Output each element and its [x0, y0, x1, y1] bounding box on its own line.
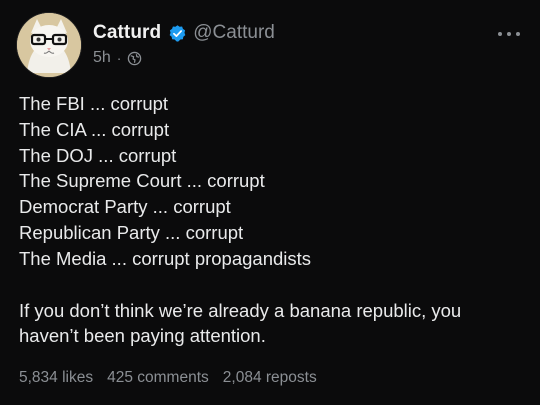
post-line: The DOJ ... corrupt	[19, 144, 177, 166]
avatar[interactable]	[17, 13, 81, 77]
post-closing-line: If you don’t think we’re already a banan…	[19, 299, 462, 321]
more-options-icon[interactable]	[498, 30, 520, 38]
post-line: The Supreme Court ... corrupt	[19, 170, 265, 192]
likes-count[interactable]: 5,834 likes	[19, 369, 93, 387]
post-time[interactable]: 5h	[93, 49, 111, 67]
comments-count[interactable]: 425 comments	[107, 369, 209, 387]
post-header: Catturd @Catturd 5h ·	[17, 13, 275, 77]
post-line: Republican Party ... corrupt	[19, 221, 244, 243]
engagement-stats: 5,834 likes 425 comments 2,084 reposts	[19, 369, 331, 387]
cat-avatar-icon	[17, 13, 81, 77]
post-line: The CIA ... corrupt	[19, 118, 170, 140]
display-name[interactable]: Catturd	[93, 22, 161, 44]
post-closing-line: haven’t been paying attention.	[19, 325, 266, 347]
post-line: Democrat Party ... corrupt	[19, 196, 231, 218]
separator-dot: ·	[116, 50, 122, 66]
reposts-count[interactable]: 2,084 reposts	[223, 369, 317, 387]
author-handle[interactable]: @Catturd	[193, 22, 275, 44]
name-row: Catturd @Catturd	[93, 20, 275, 46]
post-line: The FBI ... corrupt	[19, 93, 169, 114]
post-body: The FBI ... corrupt The CIA ... corrupt …	[19, 91, 524, 349]
timestamp-row: 5h ·	[93, 49, 275, 67]
author-meta: Catturd @Catturd 5h ·	[93, 20, 275, 67]
post-line: The Media ... corrupt propagandists	[19, 247, 312, 269]
globe-icon	[127, 51, 142, 66]
verified-badge-icon	[168, 24, 187, 43]
post-card: Catturd @Catturd 5h · The FBI ... corrup…	[0, 0, 540, 405]
